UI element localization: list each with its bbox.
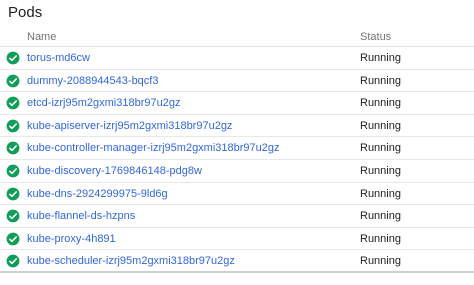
table-row: dummy-2088944543-bqcf3 Running bbox=[0, 70, 474, 93]
pod-status-text: Running bbox=[360, 119, 401, 132]
pod-status-text: Running bbox=[360, 142, 401, 155]
table-row: kube-controller-manager-izrj95m2gxmi318b… bbox=[0, 137, 474, 160]
table-row: kube-flannel-ds-hzpns Running bbox=[0, 205, 474, 228]
panel-title: Pods bbox=[8, 4, 43, 21]
pod-status-text: Running bbox=[360, 210, 401, 223]
check-circle-icon bbox=[6, 254, 20, 268]
pod-name-link[interactable]: kube-controller-manager-izrj95m2gxmi318b… bbox=[27, 142, 280, 154]
column-header-name[interactable]: Name bbox=[27, 31, 56, 43]
pod-name-link[interactable]: torus-md6cw bbox=[27, 52, 90, 64]
pod-name-link[interactable]: kube-scheduler-izrj95m2gxmi318br97u2gz bbox=[27, 255, 235, 267]
table-row: etcd-izrj95m2gxmi318br97u2gz Running bbox=[0, 92, 474, 115]
check-circle-icon bbox=[6, 209, 20, 223]
pod-status-text: Running bbox=[360, 232, 401, 245]
pod-name-link[interactable]: kube-flannel-ds-hzpns bbox=[27, 210, 135, 222]
pods-table: Name Status torus-md6cw Running dummy-20… bbox=[0, 27, 474, 273]
pod-status-text: Running bbox=[360, 164, 401, 177]
pod-name-link[interactable]: kube-dns-2924299975-9ld6g bbox=[27, 188, 168, 200]
pod-status-text: Running bbox=[360, 187, 401, 200]
pod-name-link[interactable]: kube-proxy-4h891 bbox=[27, 233, 116, 245]
table-row: kube-dns-2924299975-9ld6g Running bbox=[0, 183, 474, 206]
pod-name-link[interactable]: etcd-izrj95m2gxmi318br97u2gz bbox=[27, 97, 180, 109]
table-row: kube-scheduler-izrj95m2gxmi318br97u2gz R… bbox=[0, 250, 474, 273]
check-circle-icon bbox=[6, 232, 20, 246]
pods-panel: Pods Name Status torus-md6cw Running dum… bbox=[0, 0, 474, 285]
check-circle-icon bbox=[6, 141, 20, 155]
table-row: kube-proxy-4h891 Running bbox=[0, 228, 474, 251]
column-header-status[interactable]: Status bbox=[360, 31, 391, 43]
table-row: kube-apiserver-izrj95m2gxmi318br97u2gz R… bbox=[0, 115, 474, 138]
table-row: kube-discovery-1769846148-pdg8w Running bbox=[0, 160, 474, 183]
pod-status-text: Running bbox=[360, 97, 401, 110]
pod-status-text: Running bbox=[360, 74, 401, 87]
check-circle-icon bbox=[6, 74, 20, 88]
pod-status-text: Running bbox=[360, 255, 401, 268]
table-body: torus-md6cw Running dummy-2088944543-bqc… bbox=[0, 47, 474, 273]
check-circle-icon bbox=[6, 187, 20, 200]
check-circle-icon bbox=[6, 164, 20, 178]
pod-name-link[interactable]: kube-discovery-1769846148-pdg8w bbox=[27, 165, 202, 177]
check-circle-icon bbox=[6, 51, 20, 65]
pod-status-text: Running bbox=[360, 52, 401, 64]
pod-name-link[interactable]: dummy-2088944543-bqcf3 bbox=[27, 75, 158, 87]
check-circle-icon bbox=[6, 96, 20, 110]
pod-name-link[interactable]: kube-apiserver-izrj95m2gxmi318br97u2gz bbox=[27, 120, 232, 132]
table-header: Name Status bbox=[0, 27, 474, 47]
table-row: torus-md6cw Running bbox=[0, 47, 474, 70]
check-circle-icon bbox=[6, 119, 20, 133]
